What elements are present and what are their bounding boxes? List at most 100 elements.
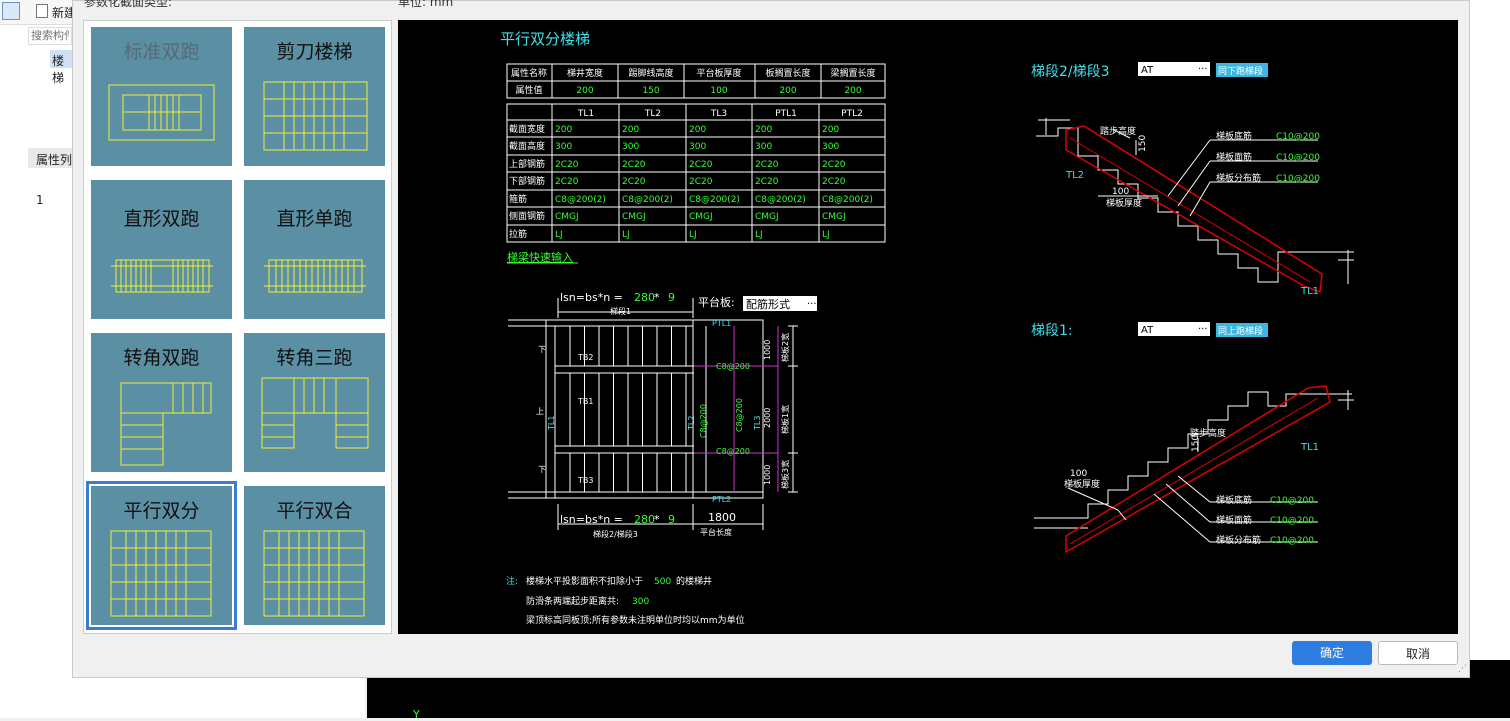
attr-value[interactable]: 150 [642,86,659,96]
bar-value[interactable]: C10@200 [1276,153,1320,163]
tl1-label: TL1 [1300,442,1319,453]
beam-cell[interactable]: C8@200(2) [822,195,873,205]
note-text: 梁顶标高同板顶;所有参数未注明单位时均以mm为单位 [526,614,745,626]
thumb-scissor-stair[interactable]: 剪刀楼梯 [244,27,385,166]
beam-cell[interactable]: C8@200(2) [555,195,606,205]
more-icon[interactable]: ··· [807,299,817,310]
resize-grip-icon[interactable]: ⋰ [1458,664,1467,674]
note-value[interactable]: 500 [654,577,671,587]
search-input[interactable] [28,27,72,45]
beam-col: PTL2 [841,109,863,119]
beam-cell[interactable]: 300 [555,142,572,152]
beam-cell[interactable]: LJ [822,230,830,240]
beam-cell[interactable]: 2C20 [622,160,646,170]
width-label: 梯板3宽 [780,460,790,489]
beam-cell[interactable]: 2C20 [555,177,579,187]
beam-cell[interactable]: C8@200(2) [755,195,806,205]
beam-cell[interactable]: 300 [622,142,639,152]
beam-cell[interactable]: 2C20 [622,177,646,187]
beam-cell[interactable]: 2C20 [555,160,579,170]
bar-value[interactable]: C10@200 [1270,516,1314,526]
thumb-corner-triple-run[interactable]: 转角三跑 [244,333,385,472]
beam-row-label: 侧面钢筋 [509,210,545,222]
step-height-value: 150 [1138,135,1148,152]
tb3-label: TB3 [577,476,593,485]
beam-cell[interactable]: LJ [555,230,563,240]
tread-width-value[interactable]: 280 [634,291,655,304]
beam-cell[interactable]: LJ [689,230,697,240]
beam-cell[interactable]: 2C20 [689,160,713,170]
formula-times: * [654,291,660,304]
section-type-label: 参数化截面类型: [84,0,173,9]
segment23-section: 梯段2/梯段3 AT ··· 同下跑梯段 踏步高度 150 100 梯板厚度 梯… [1031,62,1354,297]
beam-cell[interactable]: CMGJ [689,212,713,222]
beam-cell[interactable]: 300 [755,142,772,152]
attr-header: 踢脚线高度 [628,67,673,79]
bottom-bar-label: 梯板底筋 [1216,130,1252,142]
rebar-label: C8@200 [699,404,708,438]
beam-cell[interactable]: CMGJ [555,212,579,222]
beam-cell[interactable]: LJ [622,230,630,240]
attr-value[interactable]: 200 [779,86,796,96]
beam-cell[interactable]: 200 [822,125,839,135]
beam-cell[interactable]: C8@200(2) [622,195,673,205]
beam-cell[interactable]: 300 [689,142,706,152]
attr-value[interactable]: 200 [844,86,861,96]
step-count-value[interactable]: 9 [668,513,675,526]
platform-select-value: 配筋形式 [746,297,790,311]
seg23-label: 梯段2/梯段3 [593,529,638,539]
beam-cell[interactable]: CMGJ [822,212,846,222]
rebar-label: C8@200 [716,362,750,371]
thumb-straight-double-run[interactable]: 直形双跑 [91,180,232,319]
thumb-corner-double-run[interactable]: 转角双跑 [91,333,232,472]
seg23-type-value: AT [1141,65,1154,76]
tl1-label: TL1 [547,416,556,431]
beam-cell[interactable]: CMGJ [622,212,646,222]
stair-plan: lsn=bs*n = 280 * 9 lsn=bs*n = 280 * 9 18… [508,291,817,539]
beam-cell[interactable]: 2C20 [689,177,713,187]
thumb-standard-double-run[interactable]: 标准双跑 [91,27,232,166]
step-count-value[interactable]: 9 [668,291,675,304]
bar-value[interactable]: C10@200 [1270,536,1314,546]
beam-cell[interactable]: 2C20 [755,160,779,170]
attr-header: 板搁置长度 [765,67,810,79]
beam-cell[interactable]: LJ [755,230,763,240]
tree-item-stairs[interactable]: 楼梯 [50,50,72,85]
stair-elevation-icon [264,259,366,293]
beam-cell[interactable]: 200 [689,125,706,135]
beam-cell[interactable]: 2C20 [755,177,779,187]
beam-cell[interactable]: 200 [755,125,772,135]
more-icon[interactable]: ··· [1198,324,1208,335]
beam-cell[interactable]: C8@200(2) [689,195,740,205]
cancel-button[interactable]: 取消 [1378,641,1458,665]
bar-value[interactable]: C10@200 [1276,132,1320,142]
dim-label: 2000 [763,408,772,428]
beam-cell[interactable]: 200 [555,125,572,135]
quick-input-link[interactable]: 梯梁快速输入 [507,250,573,264]
beam-cell[interactable]: 300 [822,142,839,152]
more-icon[interactable]: ··· [1198,64,1208,75]
beam-cell[interactable]: 200 [622,125,639,135]
thumb-parallel-merge[interactable]: 平行双合 [244,486,385,625]
thumb-straight-single-run[interactable]: 直形单跑 [244,180,385,319]
beam-row-label: 截面高度 [509,140,545,152]
seg1-label: 梯段1 [610,306,631,316]
tl3-label: TL3 [753,416,762,431]
bar-value[interactable]: C10@200 [1270,496,1314,506]
stair-plan-icon [108,84,215,141]
seg1-type-value: AT [1141,325,1154,336]
beam-cell[interactable]: 2C20 [822,160,846,170]
note-value[interactable]: 300 [632,597,649,607]
tread-width-value[interactable]: 280 [634,513,655,526]
attr-value[interactable]: 100 [710,86,727,96]
beam-cell[interactable]: CMGJ [755,212,779,222]
ok-button[interactable]: 确定 [1292,641,1372,665]
beam-row-label: 下部钢筋 [509,175,545,187]
app-icon[interactable] [2,2,20,20]
attr-value[interactable]: 200 [576,86,593,96]
tl2-label: TL2 [687,416,696,431]
thumb-parallel-split[interactable]: 平行双分 [86,481,237,630]
platform-length-value[interactable]: 1800 [708,511,736,524]
bar-value[interactable]: C10@200 [1276,174,1320,184]
beam-cell[interactable]: 2C20 [822,177,846,187]
